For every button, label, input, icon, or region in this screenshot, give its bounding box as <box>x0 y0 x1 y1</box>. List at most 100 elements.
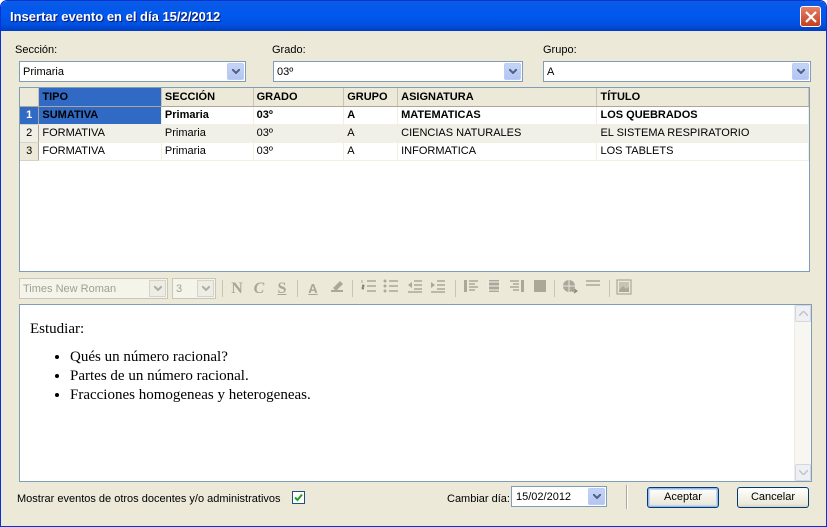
window-title: Insertar evento en el día 15/2/2012 <box>10 9 221 24</box>
insert-image-button[interactable] <box>614 279 634 299</box>
column-header-grado[interactable]: GRADO <box>253 88 345 107</box>
font-size-value: 3 <box>176 283 183 295</box>
font-color-button[interactable]: A <box>303 279 323 299</box>
horizontal-rule-button[interactable] <box>583 279 603 299</box>
align-center-icon <box>487 280 501 292</box>
events-table: TIPO SECCIÓN GRADO GRUPO ASIGNATURA TÍTU… <box>20 88 809 161</box>
highlight-color-button[interactable] <box>327 279 347 299</box>
column-header-titulo[interactable]: TÍTULO <box>596 88 809 107</box>
toolbar-separator <box>222 280 223 297</box>
editor-content: Estudiar: Qués un número racional? Parte… <box>30 321 311 405</box>
globe-link-icon <box>563 280 579 294</box>
insert-link-button[interactable] <box>560 279 580 299</box>
cell-asignatura[interactable]: CIENCIAS NATURALES <box>397 124 598 143</box>
row-header-corner <box>20 88 40 107</box>
underline-button[interactable]: S <box>272 279 292 299</box>
grado-label: Grado: <box>272 44 306 56</box>
align-center-button[interactable] <box>484 279 504 299</box>
show-others-label: Mostrar eventos de otros docentes y/o ad… <box>17 493 281 505</box>
chevron-down-icon <box>593 494 601 499</box>
cell-seccion[interactable]: Primaria <box>161 124 254 143</box>
date-picker[interactable]: 15/02/2012 <box>511 486 607 507</box>
cell-grupo[interactable]: A <box>343 142 399 161</box>
cell-grado[interactable]: 03º <box>253 106 345 125</box>
table-row[interactable]: 2 FORMATIVA Primaria 03º A CIENCIAS NATU… <box>20 124 809 143</box>
outdent-button[interactable] <box>405 279 425 299</box>
table-header-row: TIPO SECCIÓN GRADO GRUPO ASIGNATURA TÍTU… <box>20 88 809 107</box>
change-day-label: Cambiar día: <box>447 493 510 505</box>
column-header-seccion[interactable]: SECCIÓN <box>161 88 254 107</box>
toolbar-separator <box>297 280 298 297</box>
font-name-select[interactable]: Times New Roman <box>19 278 168 299</box>
bullet-list-button[interactable] <box>381 279 401 299</box>
highlighter-icon <box>331 281 343 292</box>
cell-titulo[interactable]: LOS QUEBRADOS <box>596 106 809 125</box>
cell-asignatura[interactable]: MATEMATICAS <box>397 106 598 125</box>
list-item: Fracciones homogeneas y heterogeneas. <box>70 386 311 405</box>
cancel-button[interactable]: Cancelar <box>737 487 809 508</box>
cell-grado[interactable]: 03º <box>253 142 345 161</box>
toolbar-separator <box>455 280 456 297</box>
cell-tipo[interactable]: FORMATIVA <box>38 142 162 161</box>
outdent-icon <box>408 280 422 293</box>
font-name-dropdown-button[interactable] <box>149 280 166 297</box>
grado-dropdown-button[interactable] <box>504 63 521 80</box>
indent-button[interactable] <box>428 279 448 299</box>
row-number: 3 <box>20 142 40 161</box>
column-header-tipo[interactable]: TIPO <box>38 88 162 107</box>
cell-grado[interactable]: 03º <box>253 124 345 143</box>
cell-tipo[interactable]: FORMATIVA <box>38 124 162 143</box>
cell-asignatura[interactable]: INFORMATICA <box>397 142 598 161</box>
numbered-list-icon <box>361 280 376 292</box>
formatting-toolbar: Times New Roman 3 N C S A <box>19 277 810 301</box>
editor-vertical-scrollbar[interactable] <box>794 305 811 481</box>
align-left-icon <box>464 280 478 292</box>
list-item: Partes de un número racional. <box>70 367 311 386</box>
scroll-up-button[interactable] <box>795 305 811 322</box>
numbered-list-button[interactable] <box>359 279 379 299</box>
seccion-select[interactable]: Primaria <box>19 61 246 82</box>
cell-seccion[interactable]: Primaria <box>161 106 254 125</box>
font-size-select[interactable]: 3 <box>172 278 216 299</box>
scroll-down-button[interactable] <box>795 464 811 481</box>
cell-seccion[interactable]: Primaria <box>161 142 254 161</box>
chevron-down-icon <box>154 286 162 291</box>
chevron-down-icon <box>232 69 240 74</box>
seccion-dropdown-button[interactable] <box>227 63 244 80</box>
font-size-dropdown-button[interactable] <box>197 280 214 297</box>
editor-bullet-list: Qués un número racional? Partes de un nú… <box>30 348 311 405</box>
grupo-select[interactable]: A <box>543 61 811 82</box>
events-grid: TIPO SECCIÓN GRADO GRUPO ASIGNATURA TÍTU… <box>19 87 810 272</box>
cell-titulo[interactable]: LOS TABLETS <box>596 142 809 161</box>
description-editor[interactable]: Estudiar: Qués un número racional? Parte… <box>19 304 812 482</box>
grado-select[interactable]: 03º <box>273 61 523 82</box>
bold-button[interactable]: N <box>227 279 247 299</box>
column-header-asignatura[interactable]: ASIGNATURA <box>397 88 598 107</box>
cell-grupo[interactable]: A <box>343 106 399 125</box>
chevron-down-icon <box>509 69 517 74</box>
date-dropdown-button[interactable] <box>588 488 605 505</box>
toolbar-separator <box>609 280 610 297</box>
table-row[interactable]: 1 SUMATIVA Primaria 03º A MATEMATICAS LO… <box>20 106 809 125</box>
justify-button[interactable] <box>530 279 550 299</box>
justify-icon <box>534 280 546 292</box>
title-bar[interactable]: Insertar evento en el día 15/2/2012 <box>1 1 826 31</box>
font-name-value: Times New Roman <box>23 283 117 295</box>
chevron-down-icon <box>799 470 808 475</box>
image-icon <box>616 279 632 295</box>
table-row[interactable]: 3 FORMATIVA Primaria 03º A INFORMATICA L… <box>20 142 809 161</box>
toolbar-separator <box>352 280 353 297</box>
italic-button[interactable]: C <box>249 279 269 299</box>
align-left-button[interactable] <box>461 279 481 299</box>
cell-titulo[interactable]: EL SISTEMA RESPIRATORIO <box>596 124 809 143</box>
align-right-icon <box>510 280 524 292</box>
accept-button[interactable]: Aceptar <box>647 487 719 508</box>
show-others-checkbox[interactable] <box>292 491 305 504</box>
column-header-grupo[interactable]: GRUPO <box>343 88 399 107</box>
close-button[interactable] <box>800 6 821 27</box>
grupo-dropdown-button[interactable] <box>792 63 809 80</box>
cell-grupo[interactable]: A <box>343 124 399 143</box>
close-icon <box>805 11 817 23</box>
cell-tipo[interactable]: SUMATIVA <box>38 106 162 125</box>
align-right-button[interactable] <box>507 279 527 299</box>
